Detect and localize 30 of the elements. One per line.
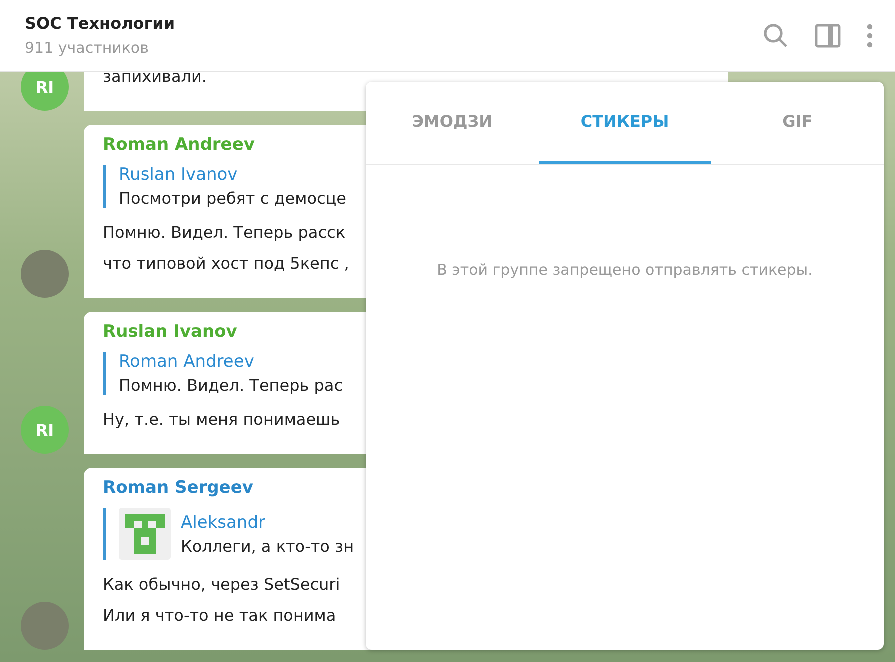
reply-text: Коллеги, а кто-то зн bbox=[181, 536, 354, 556]
reply-text: Посмотри ребят с демосце bbox=[119, 189, 347, 208]
reply-quote[interactable]: Aleksandr Коллеги, а кто-то зн bbox=[103, 508, 367, 560]
sender-name[interactable]: Ruslan Ivanov bbox=[103, 322, 238, 342]
reply-author: Roman Andreev bbox=[119, 352, 256, 372]
sender-name[interactable]: Roman Sergeev bbox=[103, 478, 254, 498]
avatar[interactable]: RI bbox=[21, 406, 69, 454]
identicon-icon bbox=[119, 508, 171, 560]
member-count: 911 участников bbox=[25, 39, 150, 57]
more-menu-icon[interactable] bbox=[867, 24, 873, 48]
sender-name[interactable]: Roman Andreev bbox=[103, 135, 255, 155]
panel-tab[interactable]: ЭМОДЗИ bbox=[366, 82, 539, 164]
reply-author: Aleksandr bbox=[181, 512, 266, 532]
chat-title: SOC Технологии bbox=[25, 14, 176, 33]
message-text: Или я что-то не так понима bbox=[103, 605, 336, 627]
reply-author: Ruslan Ivanov bbox=[119, 165, 239, 185]
message-text: что типовой хост под 5кепс , bbox=[103, 253, 350, 275]
avatar-photo-placeholder[interactable] bbox=[21, 602, 69, 650]
message-text: запихивали. bbox=[103, 72, 207, 88]
avatar[interactable]: RI bbox=[21, 72, 69, 111]
message-text: Ну, т.е. ты меня понимаешь bbox=[103, 409, 340, 431]
message-text: Как обычно, через SetSecuri bbox=[103, 574, 340, 596]
search-icon[interactable] bbox=[763, 22, 789, 48]
reply-text: Помню. Видел. Теперь рас bbox=[119, 376, 344, 395]
sidebar-toggle-icon[interactable] bbox=[815, 24, 841, 48]
message-text: Помню. Видел. Теперь расск bbox=[103, 222, 346, 244]
panel-tab[interactable]: GIF bbox=[711, 82, 884, 164]
stickers-forbidden-message: В этой группе запрещено отправлять стикеры. bbox=[436, 261, 814, 279]
panel-tab[interactable]: СТИКЕРЫ bbox=[538, 82, 712, 164]
avatar-photo-placeholder[interactable] bbox=[21, 250, 69, 298]
